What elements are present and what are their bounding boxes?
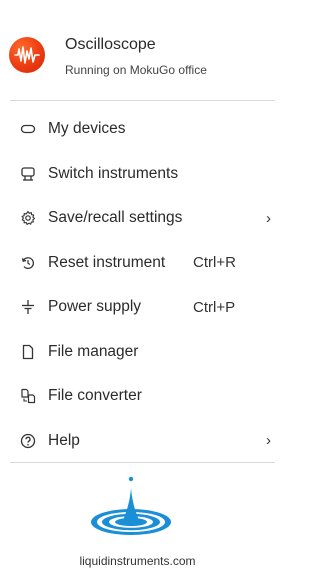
gear-icon [20,210,36,226]
menu-item-file-manager[interactable]: File manager [0,330,275,375]
menu-item-power-supply[interactable]: Power supply Ctrl+P [0,285,275,330]
menu-item-label: Reset instrument [48,253,166,271]
menu-item-label: My devices [48,120,126,138]
reset-icon [20,255,36,271]
menu-item-save-recall-settings[interactable]: Save/recall settings › [0,196,275,241]
app-header: Oscilloscope Running on MokuGo office [0,0,275,100]
menu-item-reset-instrument[interactable]: Reset instrument Ctrl+R [0,241,275,286]
website-link[interactable]: liquidinstruments.com [0,554,275,568]
menu-item-my-devices[interactable]: My devices [0,107,275,152]
menu-item-label: File converter [48,387,142,405]
device-status: Running on MokuGo office [65,63,207,77]
menu-item-label: Switch instruments [48,164,179,182]
help-icon [20,433,36,449]
app-title: Oscilloscope [65,36,156,53]
shortcut-label: Ctrl+R [193,254,236,272]
file-icon [20,344,36,360]
liquid-instruments-drop-logo [88,476,172,540]
chevron-right-icon: › [266,209,271,227]
main-menu: My devices Switch instruments Save/recal… [0,107,275,463]
header-divider [10,100,275,101]
menu-item-label: Help [48,431,80,449]
power-supply-icon [20,299,36,315]
footer-divider [10,462,275,463]
shortcut-label: Ctrl+P [193,298,236,316]
switch-instrument-icon [20,166,36,182]
menu-item-label: File manager [48,342,139,360]
menu-item-switch-instruments[interactable]: Switch instruments [0,152,275,197]
menu-item-help[interactable]: Help › [0,419,275,464]
menu-item-label: Power supply [48,298,142,316]
file-convert-icon [20,388,36,404]
waveform-icon [9,37,45,73]
menu-item-file-converter[interactable]: File converter [0,374,275,419]
device-icon [20,121,36,137]
menu-item-label: Save/recall settings [48,209,183,227]
chevron-right-icon: › [266,432,271,450]
